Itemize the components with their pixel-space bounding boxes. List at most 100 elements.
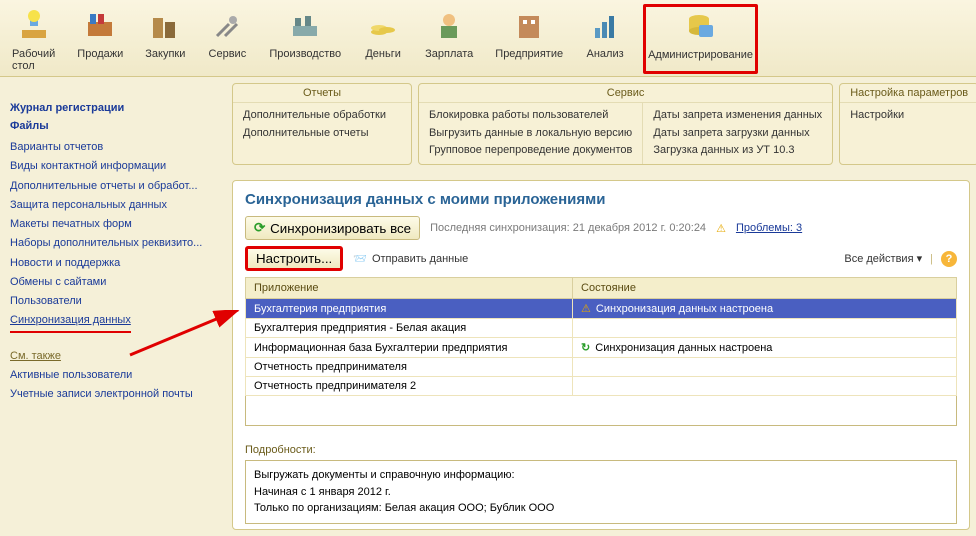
toolbar-purchases[interactable]: Закупки xyxy=(141,4,189,74)
toolbar-service[interactable]: Сервис xyxy=(203,4,251,74)
table-row[interactable]: Отчетность предпринимателя 2 xyxy=(246,377,957,396)
toolbar-enterprise-label: Предприятие xyxy=(495,48,563,60)
warning-icon: ⚠ xyxy=(716,222,726,235)
sidebar-see-link[interactable]: Учетные записи электронной почты xyxy=(10,385,214,404)
toolbar-analysis-label: Анализ xyxy=(587,48,624,60)
panel-link[interactable]: Групповое перепроведение документов xyxy=(429,142,632,160)
toolbar-sales-label: Продажи xyxy=(77,48,123,60)
sidebar-link[interactable]: Защита персональных данных xyxy=(10,196,214,215)
all-actions-button[interactable]: Все действия ▾ xyxy=(844,252,922,265)
panel-reports-title: Отчеты xyxy=(233,84,411,103)
last-sync-text: Последняя синхронизация: 21 декабря 2012… xyxy=(430,222,706,234)
configure-button[interactable]: Настроить... xyxy=(245,246,343,271)
panel-link[interactable]: Загрузка данных из УТ 10.3 xyxy=(653,142,822,160)
all-actions-label: Все действия xyxy=(844,253,913,265)
panel-params-title: Настройка параметров xyxy=(840,84,976,103)
send-data-button[interactable]: 📨 Отправить данные xyxy=(353,252,468,265)
panel-link[interactable]: Даты запрета загрузки данных xyxy=(653,125,822,143)
toolbar-admin[interactable]: Администрирование xyxy=(643,4,758,74)
sidebar-link[interactable]: Обмены с сайтами xyxy=(10,273,214,292)
panel-link[interactable]: Дополнительные обработки xyxy=(243,107,401,125)
cell-app: Отчетность предпринимателя 2 xyxy=(246,377,573,396)
cell-state xyxy=(573,358,957,377)
panel-link[interactable]: Настройки xyxy=(850,107,968,125)
cell-state: Синхронизация данных настроена xyxy=(573,338,957,358)
toolbar-sales[interactable]: Продажи xyxy=(73,4,127,74)
sidebar-link[interactable]: Наборы дополнительных реквизито... xyxy=(10,234,214,253)
last-sync-label: Последняя синхронизация: xyxy=(430,222,570,234)
table-row[interactable]: Бухгалтерия предприятия - Белая акация xyxy=(246,319,957,338)
toolbar-salary-label: Зарплата xyxy=(425,48,473,60)
desktop-icon xyxy=(14,6,54,46)
send-icon: 📨 xyxy=(353,252,367,265)
cell-state xyxy=(573,319,957,338)
sales-icon xyxy=(80,6,120,46)
cell-state: Синхронизация данных настроена xyxy=(573,299,957,319)
toolbar-salary[interactable]: Зарплата xyxy=(421,4,477,74)
sidebar: Журнал регистрации Файлы Варианты отчето… xyxy=(0,88,224,412)
details-label: Подробности: xyxy=(245,444,957,456)
problems-label: Проблемы: xyxy=(736,222,793,234)
sidebar-header-log[interactable]: Журнал регистрации xyxy=(10,102,214,114)
panel-link[interactable]: Даты запрета изменения данных xyxy=(653,107,822,125)
salary-icon xyxy=(429,6,469,46)
top-toolbar: Рабочийстол Продажи Закупки Сервис Производс… xyxy=(0,0,976,77)
toolbar-money-label: Деньги xyxy=(365,48,401,60)
panel-service-title: Сервис xyxy=(419,84,832,103)
chevron-down-icon: ▾ xyxy=(917,253,923,265)
sidebar-link[interactable]: Варианты отчетов xyxy=(10,138,214,157)
details-box: Выгружать документы и справочную информа… xyxy=(245,460,957,524)
main-panel: Синхронизация данных с моими приложениям… xyxy=(232,180,970,530)
sync-all-label: Синхронизировать все xyxy=(270,221,411,236)
col-state[interactable]: Состояние xyxy=(573,278,957,299)
toolbar-service-label: Сервис xyxy=(209,48,247,60)
service-icon xyxy=(207,6,247,46)
send-label: Отправить данные xyxy=(372,253,468,265)
sidebar-link[interactable]: Синхронизация данных xyxy=(10,311,131,332)
last-sync-value: 21 декабря 2012 г. 0:20:24 xyxy=(573,222,706,234)
panel-reports: Отчеты Дополнительные обработкиДополните… xyxy=(232,83,412,165)
details-line: Только по организациям: Белая акация ООО… xyxy=(254,500,948,517)
toolbar-production-label: Производство xyxy=(269,48,341,60)
analysis-icon xyxy=(585,6,625,46)
cell-state xyxy=(573,377,957,396)
toolbar-money[interactable]: Деньги xyxy=(359,4,407,74)
sidebar-link[interactable]: Новости и поддержка xyxy=(10,254,214,273)
toolbar-admin-label: Администрирование xyxy=(648,49,753,61)
apps-table: Приложение Состояние Бухгалтерия предпри… xyxy=(245,277,957,396)
toolbar-production[interactable]: Производство xyxy=(265,4,345,74)
sidebar-see-also: См. также xyxy=(10,350,214,362)
table-row[interactable]: Отчетность предпринимателя xyxy=(246,358,957,377)
refresh-icon: ⟳ xyxy=(254,220,265,236)
table-row[interactable]: Бухгалтерия предприятияСинхронизация дан… xyxy=(246,299,957,319)
production-icon xyxy=(285,6,325,46)
problems-count: 3 xyxy=(796,222,802,234)
toolbar-desktop[interactable]: Рабочийстол xyxy=(8,4,59,74)
toolbar-analysis[interactable]: Анализ xyxy=(581,4,629,74)
sidebar-link[interactable]: Макеты печатных форм xyxy=(10,215,214,234)
cell-app: Бухгалтерия предприятия - Белая акация xyxy=(246,319,573,338)
panel-link[interactable]: Выгрузить данные в локальную версию xyxy=(429,125,632,143)
sidebar-link[interactable]: Дополнительные отчеты и обработ... xyxy=(10,177,214,196)
sidebar-see-link[interactable]: Активные пользователи xyxy=(10,366,214,385)
col-app[interactable]: Приложение xyxy=(246,278,573,299)
toolbar-desktop-label: Рабочийстол xyxy=(12,48,55,72)
sync-all-button[interactable]: ⟳ Синхронизировать все xyxy=(245,216,420,240)
cell-app: Отчетность предпринимателя xyxy=(246,358,573,377)
money-icon xyxy=(363,6,403,46)
admin-icon xyxy=(681,7,721,47)
table-row[interactable]: Информационная база Бухгалтерии предприя… xyxy=(246,338,957,358)
sidebar-link[interactable]: Пользователи xyxy=(10,292,214,311)
purchases-icon xyxy=(145,6,185,46)
toolbar-enterprise[interactable]: Предприятие xyxy=(491,4,567,74)
panel-params: Настройка параметров Настройки xyxy=(839,83,976,165)
cell-app: Бухгалтерия предприятия xyxy=(246,299,573,319)
details-line: Выгружать документы и справочную информа… xyxy=(254,467,948,484)
help-icon[interactable]: ? xyxy=(941,251,957,267)
problems-link[interactable]: Проблемы: 3 xyxy=(736,222,802,234)
panel-link[interactable]: Дополнительные отчеты xyxy=(243,125,401,143)
sidebar-link[interactable]: Виды контактной информации xyxy=(10,157,214,176)
panel-link[interactable]: Блокировка работы пользователей xyxy=(429,107,632,125)
sidebar-header-files[interactable]: Файлы xyxy=(10,120,214,132)
details-line: Начиная с 1 января 2012 г. xyxy=(254,484,948,501)
